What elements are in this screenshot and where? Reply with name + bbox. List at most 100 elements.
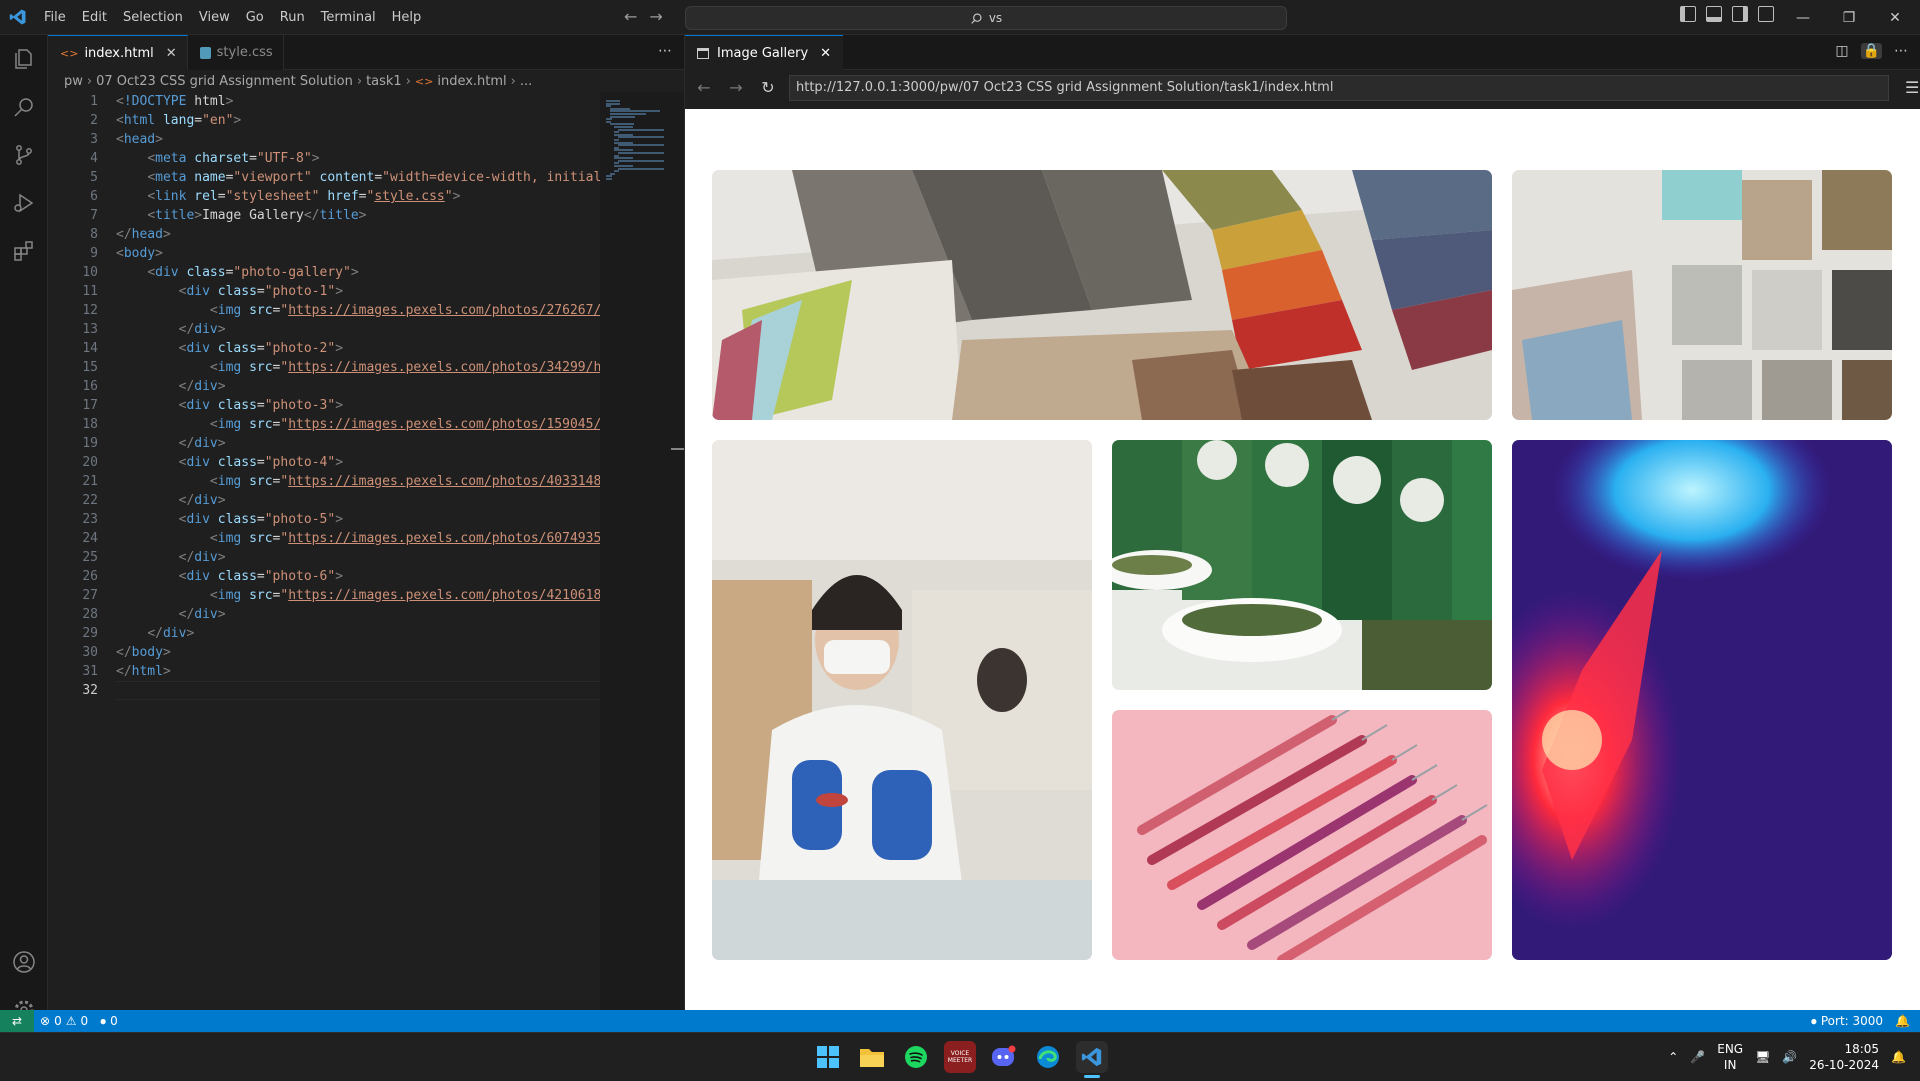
code-line[interactable]: <meta name="viewport" content="width=dev…	[116, 168, 648, 187]
code-line[interactable]: </div>	[116, 491, 648, 510]
customize-layout-icon[interactable]	[1758, 6, 1774, 22]
scrollbar-thumb[interactable]	[671, 448, 684, 450]
tab-index-html[interactable]: <> index.html ✕	[48, 35, 188, 70]
accounts-icon[interactable]	[0, 938, 48, 986]
lock-icon[interactable]: 🔒	[1860, 43, 1882, 59]
code-line[interactable]: <body>	[116, 244, 648, 263]
code-lines[interactable]: <!DOCTYPE html> <html lang="en"> <head> <m…	[116, 92, 648, 700]
minimap[interactable]	[600, 92, 684, 1010]
code-line[interactable]: <!DOCTYPE html>	[116, 92, 648, 111]
chevron-up-icon[interactable]: ⌃	[1668, 1050, 1678, 1064]
tab-style-css[interactable]: style.css	[187, 35, 284, 70]
code-line[interactable]: <img src="https://images.pexels.com/phot…	[116, 529, 648, 548]
spotify-icon[interactable]	[900, 1041, 932, 1073]
code-line[interactable]: <img src="https://images.pexels.com/phot…	[116, 472, 648, 491]
problems-indicator[interactable]: ⊗ 0 ⚠ 0	[34, 1014, 94, 1028]
forward-arrow-icon[interactable]: →	[649, 7, 662, 26]
hamburger-menu-icon[interactable]: ☰	[1905, 78, 1919, 97]
close-tab-icon[interactable]: ✕	[820, 46, 831, 61]
more-actions-icon[interactable]: ⋯	[1894, 43, 1908, 59]
breadcrumb-item[interactable]: 07 Oct23 CSS grid Assignment Solution	[96, 74, 353, 89]
url-input[interactable]: http://127.0.0.1:3000/pw/07 Oct23 CSS gr…	[789, 74, 1889, 101]
toggle-panel-icon[interactable]	[1706, 6, 1722, 22]
code-line[interactable]: <div class="photo-1">	[116, 282, 648, 301]
reload-icon[interactable]: ↻	[757, 78, 779, 97]
command-center-search[interactable]: vs	[685, 6, 1287, 30]
notifications-icon[interactable]: 🔔	[1891, 1050, 1906, 1064]
code-line[interactable]: </div>	[116, 548, 648, 567]
browser-forward-icon[interactable]: →	[725, 78, 747, 97]
breadcrumb-item[interactable]: ...	[520, 74, 532, 89]
split-editor-icon[interactable]: ◫	[1835, 43, 1848, 59]
code-line[interactable]: <img src="https://images.pexels.com/phot…	[116, 301, 648, 320]
toggle-primary-sidebar-icon[interactable]	[1680, 6, 1696, 22]
code-line[interactable]: <meta charset="UTF-8">	[116, 149, 648, 168]
menu-view[interactable]: View	[191, 0, 238, 35]
menu-go[interactable]: Go	[238, 0, 272, 35]
code-line[interactable]: <img src="https://images.pexels.com/phot…	[116, 415, 648, 434]
live-server-port[interactable]: ⦁ Port: 3000	[1805, 1014, 1889, 1029]
code-line[interactable]: <div class="photo-3">	[116, 396, 648, 415]
tab-image-gallery[interactable]: Image Gallery ✕	[685, 35, 844, 70]
code-line[interactable]: </head>	[116, 225, 648, 244]
more-actions-icon[interactable]: ⋯	[658, 43, 672, 59]
code-line[interactable]: <html lang="en">	[116, 111, 648, 130]
source-control-icon[interactable]	[0, 131, 48, 179]
discord-icon[interactable]	[988, 1041, 1020, 1073]
code-line[interactable]: </div>	[116, 624, 648, 643]
file-explorer-icon[interactable]	[856, 1041, 888, 1073]
menu-help[interactable]: Help	[384, 0, 430, 35]
windows-start-icon[interactable]	[812, 1041, 844, 1073]
browser-back-icon[interactable]: ←	[693, 78, 715, 97]
close-window-icon[interactable]: ✕	[1872, 0, 1918, 35]
network-icon[interactable]: 🖥	[1755, 1050, 1770, 1064]
ports-indicator[interactable]: ⦁ 0	[94, 1014, 124, 1029]
breadcrumb-item[interactable]: pw	[64, 74, 83, 89]
extensions-icon[interactable]	[0, 227, 48, 275]
toggle-secondary-sidebar-icon[interactable]	[1732, 6, 1748, 22]
menu-run[interactable]: Run	[272, 0, 313, 35]
code-line[interactable]: <div class="photo-4">	[116, 453, 648, 472]
code-line[interactable]: <div class="photo-gallery">	[116, 263, 648, 282]
code-line[interactable]: </body>	[116, 643, 648, 662]
code-line[interactable]: <img src="https://images.pexels.com/phot…	[116, 586, 648, 605]
code-line[interactable]: </div>	[116, 434, 648, 453]
notifications-bell-icon[interactable]: 🔔	[1889, 1014, 1920, 1028]
code-line[interactable]: </div>	[116, 605, 648, 624]
code-line[interactable]: <link rel="stylesheet" href="style.css">	[116, 187, 648, 206]
code-line[interactable]: </div>	[116, 377, 648, 396]
code-line[interactable]: <div class="photo-5">	[116, 510, 648, 529]
clock[interactable]: 18:05 26-10-2024	[1809, 1041, 1879, 1073]
microphone-icon[interactable]: 🎤	[1690, 1050, 1705, 1064]
code-line[interactable]: <img src="https://images.pexels.com/phot…	[116, 358, 648, 377]
code-line[interactable]: <title>Image Gallery</title>	[116, 206, 648, 225]
menu-edit[interactable]: Edit	[74, 0, 115, 35]
code-line[interactable]: <div class="photo-6">	[116, 567, 648, 586]
code-line[interactable]: <div class="photo-2">	[116, 339, 648, 358]
voicemeeter-icon[interactable]: VOICE MEETER	[944, 1041, 976, 1073]
explorer-icon[interactable]	[0, 35, 48, 83]
breadcrumb-item[interactable]: task1	[366, 74, 402, 89]
remote-indicator-icon[interactable]: ⇄	[0, 1010, 34, 1032]
back-arrow-icon[interactable]: ←	[624, 7, 637, 26]
code-line[interactable]: </html>	[116, 662, 648, 681]
restore-icon[interactable]: ❐	[1826, 0, 1872, 35]
code-line[interactable]	[116, 681, 648, 700]
minimize-icon[interactable]: —	[1780, 0, 1826, 35]
menu-file[interactable]: File	[36, 0, 74, 35]
breadcrumb-item[interactable]: index.html	[437, 74, 506, 89]
menu-selection[interactable]: Selection	[115, 0, 191, 35]
code-line[interactable]: <head>	[116, 130, 648, 149]
edge-browser-icon[interactable]	[1032, 1041, 1064, 1073]
menu-terminal[interactable]: Terminal	[313, 0, 384, 35]
code-line[interactable]: </div>	[116, 320, 648, 339]
input-language[interactable]: ENG IN	[1717, 1041, 1743, 1073]
line-number: 15	[82, 360, 98, 375]
volume-icon[interactable]: 🔊	[1782, 1050, 1797, 1064]
close-tab-icon[interactable]: ✕	[166, 46, 177, 61]
code-editor[interactable]: 1 2 3 4 5 6 7 8 9 10 11 12 13 14 15 16 17 18 19 20 21 22 23 24 2…	[48, 92, 684, 1010]
run-debug-icon[interactable]	[0, 179, 48, 227]
search-view-icon[interactable]	[0, 83, 48, 131]
vscode-taskbar-icon[interactable]	[1076, 1041, 1108, 1073]
line-number: 31	[82, 664, 98, 679]
